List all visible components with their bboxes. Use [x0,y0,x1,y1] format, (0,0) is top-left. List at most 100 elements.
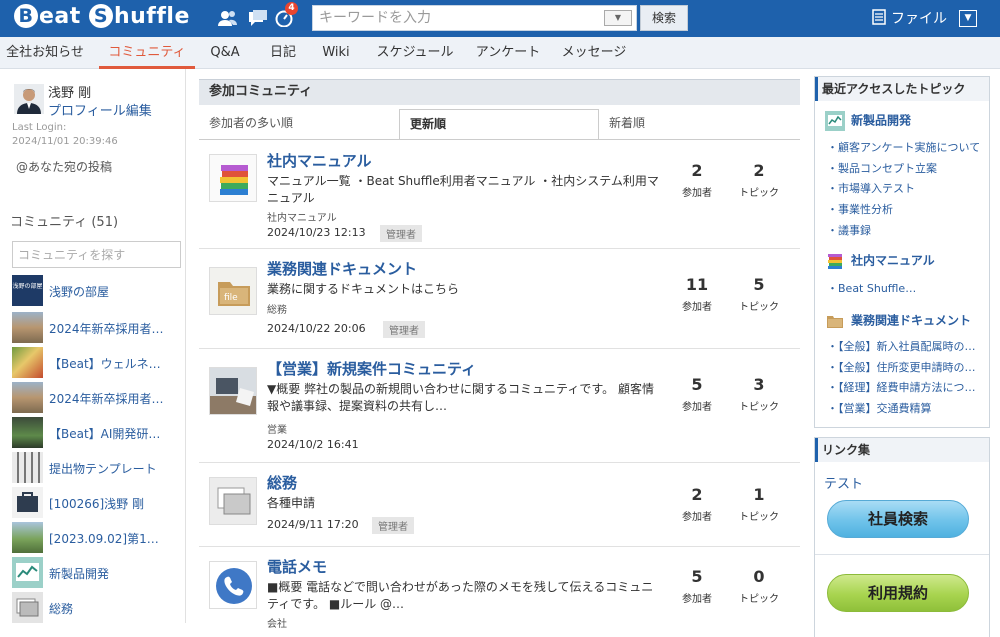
topic-number: 1 [753,485,765,504]
recent-topic-link[interactable]: 【経理】経費申請方法につ… [827,379,989,395]
recent-topic-link[interactable]: 市場導入テスト [827,180,989,196]
nav-qa[interactable]: Q&A [203,37,247,69]
nav-diary[interactable]: 日記 [263,37,303,69]
section-heading: 参加コミュニティ [199,79,800,105]
nav-schedule[interactable]: スケジュール [372,37,458,69]
topic-number: 2 [753,161,765,180]
users-icon[interactable] [218,9,238,27]
search-box: ▼ [312,5,637,31]
community-updated: 2024/9/11 17:20 [267,518,359,531]
notification-badge: 4 [285,2,298,15]
last-login: Last Login: 2024/11/01 20:39:46 [12,121,118,149]
community-search-input[interactable] [12,241,181,268]
participant-number: 5 [691,375,703,394]
tab-divider [199,139,800,140]
admin-badge: 管理者 [380,225,422,242]
community-thumb [12,347,43,378]
community-list-item[interactable]: 2024年新卒採用者… [12,312,184,346]
folder-icon: file [210,268,256,314]
community-image[interactable] [209,367,257,415]
community-list-item[interactable]: 提出物テンプレート [12,452,184,486]
app-logo[interactable]: Beat Shuffle [14,4,190,32]
left-sidebar: 浅野 剛 プロフィール編集 Last Login: 2024/11/01 20:3… [0,69,186,623]
community-title[interactable]: 業務関連ドキュメント [267,258,417,279]
community-name: 2024年新卒採用者… [49,322,164,336]
participant-number: 5 [691,567,703,586]
tab-most-members[interactable]: 参加者の多い順 [199,109,394,140]
community-title[interactable]: 社内マニュアル [267,150,372,171]
avatar[interactable] [14,84,44,114]
chevron-down-icon[interactable]: ▼ [959,10,977,27]
nav-survey[interactable]: アンケート [472,37,544,69]
community-list-item[interactable]: [2023.09.02]第1… [12,522,184,556]
community-name: 【Beat】ウェルネ… [49,357,161,371]
community-image[interactable] [209,561,257,609]
community-entry: 社内マニュアル マニュアル一覧 ・Beat Shuffle利用者マニュアル ・社… [199,145,800,249]
employee-search-button[interactable]: 社員検索 [827,500,969,538]
community-thumb [12,522,43,553]
profile-edit-link[interactable]: プロフィール編集 [48,100,152,119]
community-image[interactable] [209,154,257,202]
search-button[interactable]: 検索 [640,5,688,31]
nav-message[interactable]: メッセージ [558,37,630,69]
terms-button[interactable]: 利用規約 [827,574,969,612]
file-menu-button[interactable]: ファイル [872,8,947,28]
test-link[interactable]: テスト [824,473,863,492]
community-list-item[interactable]: 浅野の部屋 浅野の部屋 [12,275,184,309]
community-list-item[interactable]: [100266]浅野 剛 [12,487,184,521]
tab-recently-updated[interactable]: 更新順 [399,109,599,140]
community-list-item[interactable]: 【Beat】AI開発研… [12,417,184,451]
topic-label: トピック [739,402,779,413]
community-category: 営業 [267,425,287,436]
admin-badge: 管理者 [372,517,414,534]
search-scope-dropdown[interactable]: ▼ [604,10,632,26]
search-input[interactable] [313,6,603,30]
community-title[interactable]: 総務 [267,472,297,493]
recent-topic-link[interactable]: 顧客アンケート実施について [827,139,989,155]
community-title[interactable]: 【営業】新規案件コミュニティ [267,358,476,379]
recent-topics-box: 最近アクセスしたトピック 新製品開発 顧客アンケート実施について 製品コンセプト… [814,76,990,428]
recent-topic-link[interactable]: 事業性分析 [827,201,989,217]
recent-topic-link[interactable]: 議事録 [827,222,989,238]
community-list-item[interactable]: 【Beat】ウェルネ… [12,347,184,381]
recent-topic-link[interactable]: 【営業】交通費精算 [827,400,989,416]
recent-topic-link[interactable]: 【全般】新入社員配属時の… [827,338,989,354]
community-title[interactable]: 電話メモ [267,556,327,577]
community-description: 業務に関するドキュメントはこちら [267,282,460,296]
recent-topic-link[interactable]: 製品コンセプト立案 [827,160,989,176]
nav-community[interactable]: コミュニティ [99,37,195,69]
recent-topic-link[interactable]: 【全般】住所変更申請時の… [827,359,989,375]
recent-topic-link[interactable]: Beat Shuffle… [827,280,989,296]
main-nav: 全社お知らせ コミュニティ Q&A 日記 Wiki スケジュール アンケート メ… [0,37,1000,69]
nav-wiki[interactable]: Wiki [314,37,358,69]
recent-group-manual[interactable]: 社内マニュアル [825,251,935,271]
topic-label: トピック [739,594,779,605]
community-image[interactable] [209,477,257,525]
chat-icon[interactable] [248,9,268,27]
community-description: ■概要 電話などで問い合わせがあった際のメモを残して伝えるコミュニティです。 ■… [267,580,654,611]
tab-newest[interactable]: 新着順 [599,109,799,140]
topic-count: 3 トピック [729,375,789,413]
logo-text: huffle [113,4,190,29]
nav-announcements[interactable]: 全社お知らせ [3,37,87,69]
recent-topics-heading: 最近アクセスしたトピック [815,77,989,101]
community-name: [100266]浅野 剛 [49,497,144,511]
mentions-link[interactable]: @あなた宛の投稿 [16,158,112,175]
community-category: 社内マニュアル [267,213,337,224]
community-thumb [12,417,43,448]
community-name: 新製品開発 [49,567,110,581]
group-name: 業務関連ドキュメント [851,313,972,328]
community-list-item[interactable]: 総務 [12,592,184,626]
community-thumb [12,592,43,623]
community-category: 総務 [267,305,287,316]
books-icon [828,254,842,269]
community-list-item[interactable]: 新製品開発 [12,557,184,591]
participant-count: 2 参加者 [667,161,727,199]
community-list-item[interactable]: 2024年新卒採用者… [12,382,184,416]
community-thumb [12,487,43,518]
business-photo-icon [210,368,256,414]
books-icon [220,165,248,195]
recent-group-docs[interactable]: 業務関連ドキュメント [825,311,971,331]
recent-group-new-product[interactable]: 新製品開発 [825,111,911,131]
community-image[interactable]: file [209,267,257,315]
